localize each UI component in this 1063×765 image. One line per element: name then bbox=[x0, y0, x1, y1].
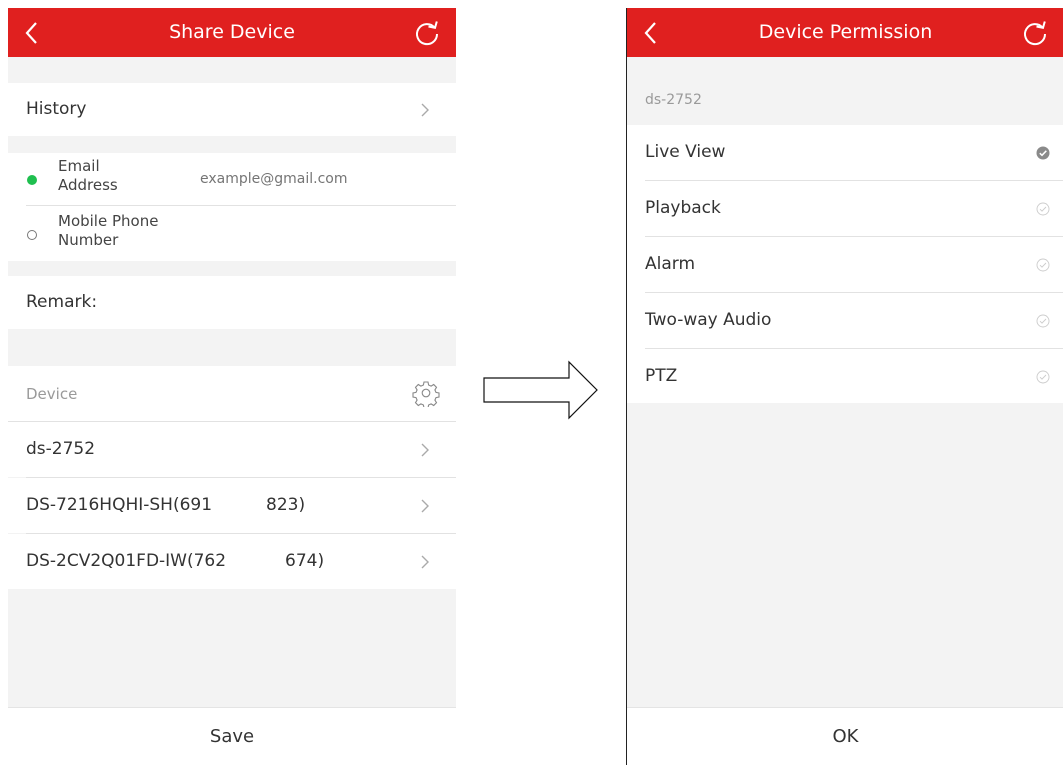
radio-selected-icon[interactable] bbox=[27, 175, 37, 185]
email-field[interactable] bbox=[198, 167, 422, 191]
device-name: DS-2CV2Q01FD-IW(762 bbox=[26, 551, 227, 571]
device-row-2[interactable]: DS-7216HQHI-SH(691 823) bbox=[8, 478, 456, 533]
device-row-3[interactable]: DS-2CV2Q01FD-IW(762 674) bbox=[8, 534, 456, 589]
radio-unselected-icon[interactable] bbox=[27, 230, 37, 240]
permission-label: Live View bbox=[645, 142, 726, 162]
permission-playback[interactable]: Playback bbox=[627, 181, 1063, 236]
history-row[interactable]: History bbox=[8, 83, 456, 136]
device-name: DS-7216HQHI-SH(691 bbox=[26, 495, 213, 515]
chevron-right-icon bbox=[421, 443, 429, 457]
device-name: ds-2752 bbox=[26, 439, 96, 459]
email-label-line2: Address bbox=[58, 176, 118, 194]
share-device-screen: Share Device History Email Address Mobil… bbox=[8, 8, 456, 765]
transition-arrow-icon bbox=[483, 360, 598, 420]
contact-type-group: Email Address Mobile Phone Number bbox=[8, 153, 456, 261]
permission-list: Live View Playback Alarm Two-way Audio P… bbox=[627, 125, 1063, 403]
phone-option[interactable]: Mobile Phone Number bbox=[8, 206, 456, 261]
device-row-1[interactable]: ds-2752 bbox=[8, 422, 456, 477]
device-serial-suffix: 823) bbox=[266, 495, 306, 515]
remark-row[interactable]: Remark: bbox=[8, 276, 456, 329]
ok-button[interactable]: OK bbox=[627, 707, 1063, 765]
permission-label: Playback bbox=[645, 198, 721, 218]
permission-alarm[interactable]: Alarm bbox=[627, 237, 1063, 292]
device-section-label: Device bbox=[26, 385, 78, 403]
save-button[interactable]: Save bbox=[8, 707, 456, 765]
permission-two-way-audio[interactable]: Two-way Audio bbox=[627, 293, 1063, 348]
device-name-label: ds-2752 bbox=[645, 92, 702, 108]
history-label: History bbox=[26, 99, 87, 119]
chevron-right-icon bbox=[421, 103, 429, 117]
device-serial-suffix: 674) bbox=[285, 551, 325, 571]
email-option[interactable]: Email Address bbox=[8, 153, 456, 205]
unchecked-circle-icon[interactable] bbox=[1036, 314, 1050, 328]
unchecked-circle-icon[interactable] bbox=[1036, 370, 1050, 384]
chevron-right-icon bbox=[421, 555, 429, 569]
checked-circle-icon[interactable] bbox=[1036, 146, 1050, 160]
gear-icon[interactable] bbox=[412, 379, 440, 407]
phone-label-line1: Mobile Phone bbox=[58, 212, 159, 230]
permission-live-view[interactable]: Live View bbox=[627, 125, 1063, 180]
device-section-header: Device bbox=[8, 366, 456, 421]
page-title: Share Device bbox=[169, 21, 295, 43]
unchecked-circle-icon[interactable] bbox=[1036, 258, 1050, 272]
refresh-icon[interactable] bbox=[1020, 18, 1050, 48]
device-permission-screen: Device Permission ds-2752 Live View Play… bbox=[626, 8, 1063, 765]
permission-label: Alarm bbox=[645, 254, 696, 274]
permission-label: PTZ bbox=[645, 366, 678, 386]
share-device-header: Share Device bbox=[8, 8, 456, 57]
remark-label: Remark: bbox=[26, 292, 98, 312]
permission-ptz[interactable]: PTZ bbox=[627, 349, 1063, 403]
refresh-icon[interactable] bbox=[412, 18, 442, 48]
permission-label: Two-way Audio bbox=[645, 310, 772, 330]
email-label-line1: Email bbox=[58, 157, 100, 175]
phone-label-line2: Number bbox=[58, 231, 119, 249]
page-title: Device Permission bbox=[758, 21, 933, 43]
unchecked-circle-icon[interactable] bbox=[1036, 202, 1050, 216]
device-permission-header: Device Permission bbox=[627, 8, 1063, 57]
chevron-right-icon bbox=[421, 499, 429, 513]
